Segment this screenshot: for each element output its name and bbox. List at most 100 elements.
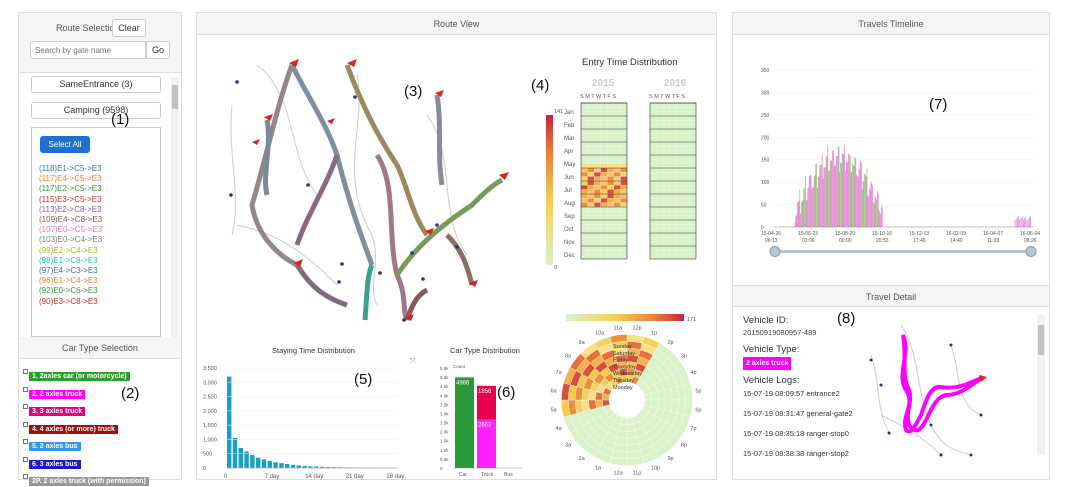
calendar-cell bbox=[650, 159, 656, 163]
day-label: Tuesday bbox=[613, 378, 634, 384]
calendar-cell bbox=[670, 255, 676, 259]
staying-bar[interactable] bbox=[227, 377, 231, 468]
staying-bar[interactable] bbox=[233, 438, 237, 468]
car-type-selection-header: Car Type Selection bbox=[19, 337, 181, 359]
calendar-cell bbox=[607, 129, 613, 133]
entry-color-legend bbox=[546, 115, 553, 265]
calendar-cell bbox=[650, 185, 656, 189]
calendar-cell bbox=[621, 216, 627, 220]
car-type-row[interactable]: 2P. 2 axles truck (with permission) bbox=[23, 474, 149, 487]
calendar-cell bbox=[690, 224, 696, 228]
route-item[interactable]: (115)E3->C5->E3 bbox=[39, 195, 102, 205]
cartype-ytick: 1.0k bbox=[440, 448, 449, 453]
go-button[interactable]: Go bbox=[146, 41, 170, 59]
staying-bar[interactable] bbox=[239, 448, 243, 468]
annotation-7: (7) bbox=[929, 96, 947, 113]
calendar-cell bbox=[663, 177, 669, 181]
route-item[interactable]: (107)E0->C5->E3 bbox=[39, 225, 102, 235]
route-item[interactable]: (99)E2->C4->E3 bbox=[39, 246, 102, 256]
car-type-row[interactable]: 4. 4 axles (or more) truck bbox=[23, 422, 118, 435]
calendar-cell bbox=[690, 138, 696, 142]
calendar-cell bbox=[657, 155, 663, 159]
calendar-cell bbox=[588, 220, 594, 224]
calendar-cell bbox=[657, 220, 663, 224]
staying-bar[interactable] bbox=[256, 458, 260, 468]
route-list-scrollbar[interactable] bbox=[171, 77, 179, 339]
car-type-checkbox[interactable] bbox=[23, 369, 28, 374]
detail-scrollbar-thumb[interactable] bbox=[1038, 325, 1044, 355]
calendar-cell bbox=[657, 103, 663, 107]
staying-bar[interactable] bbox=[285, 464, 289, 468]
detail-scrollbar[interactable] bbox=[1037, 315, 1045, 455]
staying-bar[interactable] bbox=[302, 466, 306, 468]
calendar-cell bbox=[663, 164, 669, 168]
staying-bar[interactable] bbox=[262, 459, 266, 468]
route-item[interactable]: (92)E0->C6->E3 bbox=[39, 286, 102, 296]
car-type-checkbox[interactable] bbox=[23, 474, 28, 479]
select-all-button[interactable]: Select All bbox=[40, 136, 90, 153]
calendar-cell bbox=[670, 211, 676, 215]
car-type-checkbox[interactable] bbox=[23, 457, 28, 462]
car-type-checkbox[interactable] bbox=[23, 387, 28, 392]
calendar-cell bbox=[670, 250, 676, 254]
car-bar[interactable] bbox=[455, 377, 474, 468]
timeline-range-slider[interactable] bbox=[775, 250, 1033, 253]
calendar-cell bbox=[690, 216, 696, 220]
route-item[interactable]: (96)E1->C4->E3 bbox=[39, 276, 102, 286]
route-item[interactable]: (103)E0->C4->E3 bbox=[39, 235, 102, 245]
gate-search-input[interactable] bbox=[30, 41, 146, 59]
route-item[interactable]: (117)E2->C5->E3 bbox=[39, 184, 102, 194]
staying-bar[interactable] bbox=[250, 455, 254, 468]
car-type-row[interactable]: 2. 2 axles truck bbox=[23, 387, 85, 400]
calendar-cell bbox=[690, 146, 696, 150]
calendar-cell bbox=[676, 224, 682, 228]
range-handle-right[interactable] bbox=[1026, 247, 1036, 257]
calendar-cell bbox=[657, 198, 663, 202]
calendar-cell bbox=[588, 216, 594, 220]
car-type-row[interactable]: 3. 3 axles truck bbox=[23, 404, 85, 417]
calendar-cell bbox=[614, 164, 620, 168]
staying-bar[interactable] bbox=[291, 465, 295, 468]
car-type-row[interactable]: 5. 2 axles bus bbox=[23, 439, 81, 452]
route-item[interactable]: (98)E1->C8->E3 bbox=[39, 256, 102, 266]
calendar-cell bbox=[621, 242, 627, 246]
calendar-cell bbox=[594, 203, 600, 207]
route-item[interactable]: (109)E4->C8->E3 bbox=[39, 215, 102, 225]
car-type-checkbox[interactable] bbox=[23, 404, 28, 409]
expand-icon[interactable]: ⤧ bbox=[410, 358, 416, 365]
group-camping[interactable]: Camping (9598) bbox=[31, 102, 161, 119]
route-item[interactable]: (117)E4->C5->E3 bbox=[39, 174, 102, 184]
group-same-entrance[interactable]: SameEntrance (3) bbox=[31, 76, 161, 93]
calendar-cell bbox=[614, 120, 620, 124]
calendar-cell bbox=[690, 190, 696, 194]
staying-bar[interactable] bbox=[273, 462, 277, 468]
route-item[interactable]: (90)E3->C8->E3 bbox=[39, 297, 102, 307]
calendar-cell bbox=[663, 198, 669, 202]
clear-button[interactable]: Clear bbox=[112, 19, 146, 37]
day-label: Friday bbox=[613, 358, 629, 364]
calendar-cell bbox=[683, 168, 689, 172]
route-item[interactable]: (97)E4->C3->E3 bbox=[39, 266, 102, 276]
calendar-cell bbox=[650, 224, 656, 228]
scrollbar-thumb[interactable] bbox=[172, 85, 178, 109]
car-type-checkbox[interactable] bbox=[23, 422, 28, 427]
calendar-cell bbox=[607, 190, 613, 194]
staying-bar[interactable] bbox=[268, 461, 272, 468]
calendar-cell bbox=[690, 133, 696, 137]
route-item[interactable]: (118)E1->C5->E3 bbox=[39, 164, 102, 174]
car-type-checkbox[interactable] bbox=[23, 439, 28, 444]
calendar-cell bbox=[683, 138, 689, 142]
car-type-row[interactable]: 1. 2axles car (or motorcycle) bbox=[23, 369, 130, 382]
staying-bar[interactable] bbox=[279, 463, 283, 468]
calendar-cell bbox=[594, 220, 600, 224]
calendar-cell bbox=[601, 190, 607, 194]
calendar-cell bbox=[614, 224, 620, 228]
calendar-cell bbox=[621, 107, 627, 111]
car-type-row[interactable]: 6. 3 axles bus bbox=[23, 457, 81, 470]
range-handle-left[interactable] bbox=[770, 247, 780, 257]
tl-xtick-date: 15-04-26 bbox=[761, 231, 781, 237]
calendar-cell bbox=[621, 207, 627, 211]
route-item[interactable]: (113)E2->C8->E3 bbox=[39, 205, 102, 215]
route-list: (118)E1->C5->E3(117)E4->C5->E3(117)E2->C… bbox=[39, 164, 102, 307]
staying-bar[interactable] bbox=[297, 465, 301, 468]
